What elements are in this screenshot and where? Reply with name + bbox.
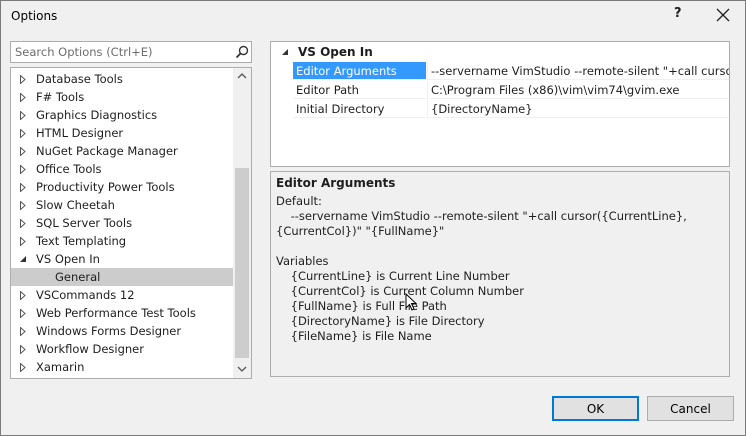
- description-line: {FileName} is File Name: [276, 329, 432, 343]
- options-tree: Database Tools F# Tools Graphics Diagnosti…: [10, 67, 252, 379]
- tree-item[interactable]: NuGet Package Manager: [11, 142, 233, 160]
- scrollbar-thumb[interactable]: [235, 168, 249, 358]
- tree-item[interactable]: VSCommands 12: [11, 286, 233, 304]
- property-name[interactable]: Editor Path: [293, 81, 426, 99]
- expand-triangle-icon[interactable]: [19, 237, 27, 246]
- tree-item-label: Web Performance Test Tools: [36, 306, 196, 320]
- tree-item[interactable]: General: [11, 268, 233, 286]
- title-bar: Options ?: [1, 1, 745, 31]
- property-name[interactable]: Initial Directory: [293, 100, 426, 118]
- property-row[interactable]: Editor Arguments --servername VimStudio -…: [271, 62, 729, 81]
- tree-item[interactable]: Database Tools: [11, 70, 233, 88]
- expand-triangle-icon[interactable]: [19, 309, 27, 318]
- tree-item-label: General: [55, 270, 101, 284]
- description-line: {CurrentCol})" "{FullName}": [276, 224, 445, 238]
- scroll-up-icon[interactable]: [237, 73, 247, 79]
- description-line: {DirectoryName} is File Directory: [276, 314, 485, 328]
- tree-item-label: Xamarin: [36, 360, 85, 374]
- description-text: Default: --servername VimStudio --remote…: [276, 194, 724, 344]
- expand-triangle-icon[interactable]: [19, 291, 27, 300]
- window-title: Options: [11, 9, 58, 23]
- search-input[interactable]: [11, 42, 231, 62]
- expand-triangle-icon[interactable]: [19, 219, 27, 228]
- tree-scrollbar[interactable]: [233, 68, 251, 378]
- property-grid: VS Open In Editor Arguments --servername …: [270, 41, 730, 167]
- close-button[interactable]: [707, 2, 739, 28]
- expand-triangle-icon[interactable]: [19, 183, 27, 192]
- property-category[interactable]: VS Open In: [271, 42, 729, 62]
- tree-item[interactable]: Slow Cheetah: [11, 196, 233, 214]
- help-button[interactable]: ?: [674, 6, 682, 21]
- expand-triangle-icon[interactable]: [19, 363, 27, 372]
- tree-item[interactable]: HTML Designer: [11, 124, 233, 142]
- collapse-triangle-icon[interactable]: [281, 48, 289, 56]
- expand-triangle-icon[interactable]: [19, 345, 27, 354]
- expand-triangle-icon[interactable]: [19, 129, 27, 138]
- scroll-down-icon[interactable]: [237, 366, 247, 372]
- property-name[interactable]: Editor Arguments: [293, 62, 426, 80]
- options-dialog: Options ? Database Tools F# Tools Graphics…: [0, 0, 746, 436]
- tree-item[interactable]: SQL Server Tools: [11, 214, 233, 232]
- search-box: [10, 41, 252, 63]
- expanded-triangle-icon[interactable]: [19, 255, 27, 264]
- tree-item-label: SQL Server Tools: [36, 216, 133, 230]
- description-title: Editor Arguments: [276, 176, 396, 190]
- expand-triangle-icon[interactable]: [19, 327, 27, 336]
- tree-item[interactable]: Graphics Diagnostics: [11, 106, 233, 124]
- tree-item-label: Graphics Diagnostics: [36, 108, 158, 122]
- property-value[interactable]: {DirectoryName}: [427, 100, 729, 118]
- property-value[interactable]: C:\Program Files (x86)\vim\vim74\gvim.ex…: [427, 81, 729, 99]
- description-line: Default:: [276, 194, 322, 208]
- description-panel: Editor Arguments Default: --servername V…: [270, 171, 730, 377]
- property-row[interactable]: Initial Directory {DirectoryName}: [271, 100, 729, 119]
- description-line: {CurrentLine} is Current Line Number: [276, 269, 510, 283]
- mouse-cursor-icon: [405, 293, 417, 311]
- expand-triangle-icon[interactable]: [19, 93, 27, 102]
- tree-item[interactable]: VS Open In: [11, 250, 233, 268]
- tree-item-label: F# Tools: [36, 90, 85, 104]
- tree-item[interactable]: Office Tools: [11, 160, 233, 178]
- tree-item[interactable]: Web Performance Test Tools: [11, 304, 233, 322]
- description-line: [276, 239, 724, 254]
- tree-item-label: Text Templating: [36, 234, 127, 248]
- tree-item-label: Productivity Power Tools: [36, 180, 175, 194]
- expand-triangle-icon[interactable]: [19, 111, 27, 120]
- tree-item-label: HTML Designer: [36, 126, 124, 140]
- description-line: {CurrentCol} is Current Column Number: [276, 284, 524, 298]
- tree-item[interactable]: Xamarin: [11, 358, 233, 376]
- category-label: VS Open In: [298, 45, 373, 59]
- tree-item-label: Database Tools: [36, 72, 123, 86]
- property-row[interactable]: Editor Path C:\Program Files (x86)\vim\vi…: [271, 81, 729, 100]
- tree-item-label: Office Tools: [36, 162, 102, 176]
- tree-item[interactable]: Workflow Designer: [11, 340, 233, 358]
- close-icon: [716, 8, 730, 22]
- tree-item-label: NuGet Package Manager: [36, 144, 178, 158]
- tree-item-label: Slow Cheetah: [36, 198, 115, 212]
- expand-triangle-icon[interactable]: [19, 165, 27, 174]
- cancel-button[interactable]: Cancel: [647, 396, 734, 421]
- tree-item-label: VS Open In: [36, 252, 100, 266]
- property-value[interactable]: --servername VimStudio --remote-silent "…: [427, 62, 729, 80]
- description-line: Variables: [276, 254, 329, 268]
- expand-triangle-icon[interactable]: [19, 201, 27, 210]
- expand-triangle-icon[interactable]: [19, 75, 27, 84]
- tree-item[interactable]: Windows Forms Designer: [11, 322, 233, 340]
- ok-button[interactable]: OK: [552, 396, 639, 421]
- description-line: {FullName} is Full File Path: [276, 299, 447, 313]
- tree-item[interactable]: F# Tools: [11, 88, 233, 106]
- tree-item[interactable]: Productivity Power Tools: [11, 178, 233, 196]
- tree-item-label: VSCommands 12: [36, 288, 135, 302]
- description-line: --servername VimStudio --remote-silent "…: [276, 209, 687, 223]
- tree-item[interactable]: Text Templating: [11, 232, 233, 250]
- expand-triangle-icon[interactable]: [19, 147, 27, 156]
- tree-item-label: Workflow Designer: [36, 342, 144, 356]
- search-icon[interactable]: [235, 45, 249, 59]
- tree-item-label: Windows Forms Designer: [36, 324, 182, 338]
